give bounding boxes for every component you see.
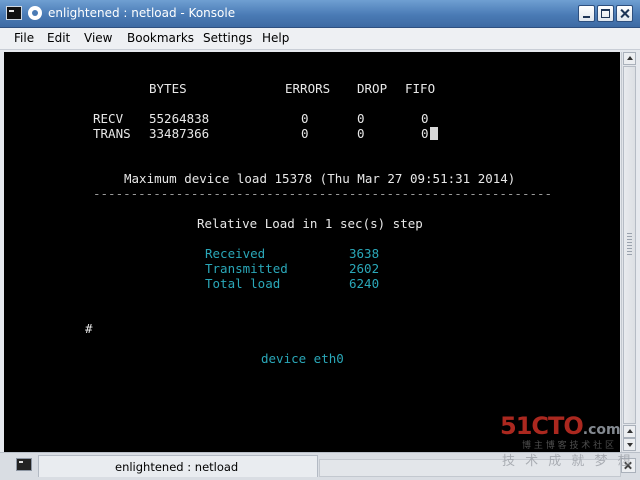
vertical-scrollbar[interactable] (621, 52, 636, 452)
tab-netload[interactable]: enlightened : netload (38, 455, 318, 477)
trans-errors: 0 (301, 126, 309, 141)
menu-bookmarks[interactable]: Bookmarks (127, 31, 194, 45)
transmitted-label: Transmitted (205, 261, 288, 276)
scroll-up-lower-icon[interactable] (623, 425, 636, 438)
received-label: Received (205, 246, 266, 261)
menu-file[interactable]: File (14, 31, 34, 45)
total-load-value: 6240 (349, 276, 380, 291)
menu-edit[interactable]: Edit (47, 31, 70, 45)
tab-bar-empty-area (319, 459, 621, 477)
minimize-icon[interactable] (578, 5, 595, 22)
text-cursor (429, 127, 438, 140)
menu-help[interactable]: Help (262, 31, 289, 45)
recv-fifo: 0 (421, 111, 429, 126)
konsole-window: enlightened : netload - Konsole File Edi… (0, 0, 640, 480)
terminal-icon[interactable] (6, 6, 22, 20)
received-value: 3638 (349, 246, 380, 261)
trans-fifo: 0 (421, 126, 429, 141)
title-bar[interactable]: enlightened : netload - Konsole (0, 0, 640, 28)
recv-bytes: 55264838 (149, 111, 210, 126)
trans-bytes: 33487366 (149, 126, 210, 141)
column-header-bytes: BYTES (149, 81, 187, 96)
shell-prompt: # (85, 321, 93, 336)
maximize-icon[interactable] (597, 5, 614, 22)
device-name: device eth0 (261, 351, 344, 366)
tab-label: enlightened : netload (115, 460, 239, 474)
recv-errors: 0 (301, 111, 309, 126)
relative-load-heading: Relative Load in 1 sec(s) step (197, 216, 423, 231)
scroll-up-icon[interactable] (623, 52, 636, 65)
tab-bar: enlightened : netload (0, 452, 640, 480)
recv-drop: 0 (357, 111, 365, 126)
close-icon[interactable] (616, 5, 633, 22)
scroll-down-icon[interactable] (623, 438, 636, 451)
close-tab-icon[interactable] (621, 458, 636, 473)
menu-settings[interactable]: Settings (203, 31, 252, 45)
total-load-label: Total load (205, 276, 281, 291)
max-device-load: Maximum device load 15378 (Thu Mar 27 09… (124, 171, 516, 186)
trans-fifo-with-cursor: 0 (421, 126, 438, 141)
menu-view[interactable]: View (84, 31, 112, 45)
new-tab-icon[interactable] (16, 458, 32, 471)
column-header-fifo: FIFO (405, 81, 436, 96)
trans-drop: 0 (357, 126, 365, 141)
column-header-errors: ERRORS (285, 81, 331, 96)
transmitted-value: 2602 (349, 261, 380, 276)
terminal-view[interactable]: BYTES ERRORS DROP FIFO RECV 55264838 0 0… (4, 52, 620, 452)
menu-bar: File Edit View Bookmarks Settings Help (0, 28, 640, 50)
scroll-thumb[interactable] (623, 66, 636, 424)
sticky-pin-icon[interactable] (28, 6, 42, 20)
divider-line: ----------------------------------------… (93, 186, 553, 201)
row-label-trans: TRANS (93, 126, 131, 141)
window-title: enlightened : netload - Konsole (48, 6, 236, 20)
column-header-drop: DROP (357, 81, 388, 96)
row-label-recv: RECV (93, 111, 124, 126)
